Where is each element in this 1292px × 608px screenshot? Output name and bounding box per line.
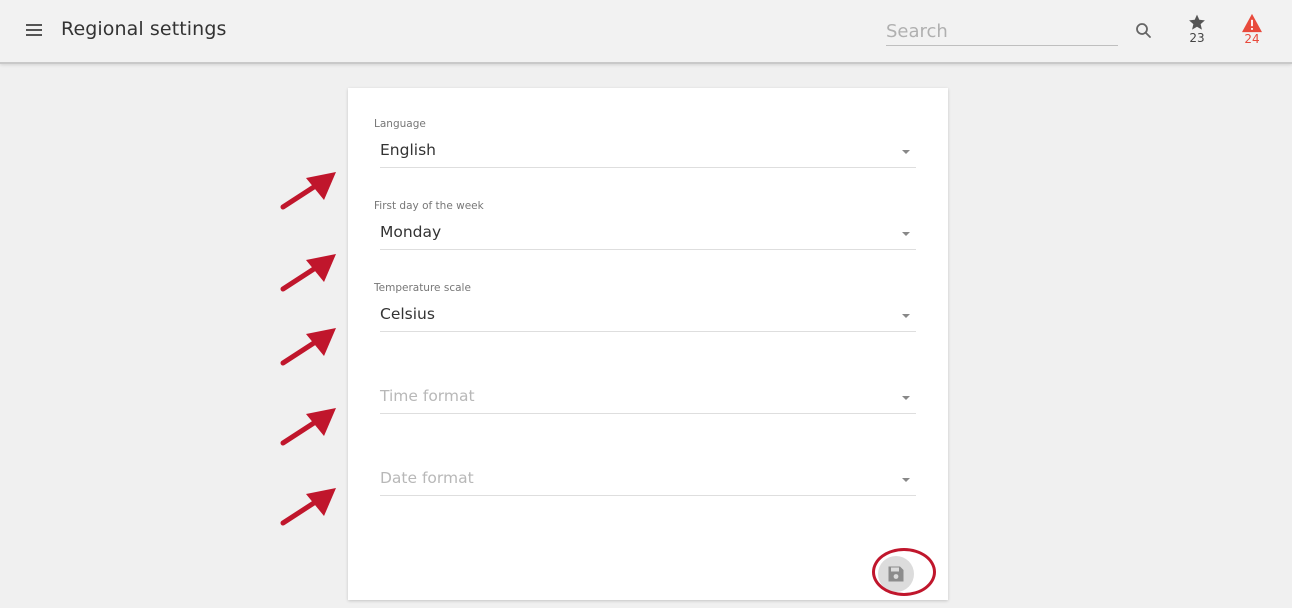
- language-select[interactable]: English: [380, 135, 916, 168]
- arrow-annotation-icon: [280, 328, 336, 366]
- language-field: Language English: [374, 118, 916, 168]
- time-format-select[interactable]: Time format: [380, 381, 916, 414]
- caret-down-icon: [902, 150, 910, 154]
- search-input[interactable]: [886, 18, 1118, 46]
- regional-settings-card: Language English First day of the week M…: [348, 88, 948, 600]
- alarms-button[interactable]: 24: [1236, 13, 1268, 53]
- favorites-count: 23: [1189, 31, 1205, 45]
- temperature-scale-select[interactable]: Celsius: [380, 299, 916, 332]
- temperature-scale-label: Temperature scale: [374, 282, 471, 294]
- star-icon: [1189, 14, 1205, 30]
- time-format-field: Time format: [374, 364, 916, 414]
- arrow-annotation-icon: [280, 172, 336, 210]
- search-icon[interactable]: [1135, 22, 1153, 40]
- language-label: Language: [374, 118, 426, 130]
- arrow-annotation-icon: [280, 488, 336, 526]
- first-day-of-week-label: First day of the week: [374, 200, 484, 212]
- first-day-of-week-field: First day of the week Monday: [374, 200, 916, 250]
- caret-down-icon: [902, 314, 910, 318]
- save-button[interactable]: [878, 556, 914, 592]
- first-day-of-week-value: Monday: [380, 223, 442, 241]
- arrow-annotation-icon: [280, 408, 336, 446]
- floppy-disk-icon: [888, 566, 904, 582]
- warning-icon: [1242, 13, 1262, 33]
- first-day-of-week-select[interactable]: Monday: [380, 217, 916, 250]
- menu-icon[interactable]: [26, 24, 44, 38]
- temperature-scale-field: Temperature scale Celsius: [374, 282, 916, 332]
- temperature-scale-value: Celsius: [380, 305, 435, 323]
- date-format-placeholder: Date format: [380, 469, 474, 487]
- date-format-select[interactable]: Date format: [380, 463, 916, 496]
- arrow-annotation-icon: [280, 254, 336, 292]
- date-format-field: Date format: [374, 446, 916, 496]
- top-app-bar: Regional settings 23 24: [0, 0, 1292, 64]
- favorites-button[interactable]: 23: [1181, 13, 1213, 53]
- language-value: English: [380, 141, 436, 159]
- caret-down-icon: [902, 396, 910, 400]
- page-title: Regional settings: [61, 18, 227, 40]
- caret-down-icon: [902, 232, 910, 236]
- time-format-placeholder: Time format: [380, 387, 475, 405]
- alarms-count: 24: [1244, 32, 1260, 46]
- caret-down-icon: [902, 478, 910, 482]
